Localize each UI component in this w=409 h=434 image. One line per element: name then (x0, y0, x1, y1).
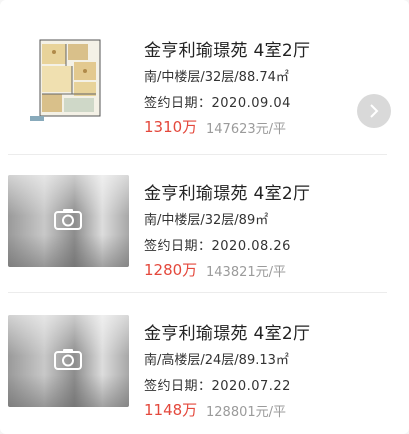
blurred-photo-thumbnail (8, 175, 129, 267)
listing-total-price: 1148万 (144, 401, 198, 419)
listing-unit-price: 128801元/平 (206, 405, 287, 420)
listing-sign-date: 签约日期：2020.09.04 (144, 96, 291, 111)
listing-title: 金亨利瑜璟苑 4室2厅 (144, 184, 311, 204)
listing-meta: 南/中楼层/32层/88.74㎡ (144, 70, 289, 85)
listing-title: 金亨利瑜璟苑 4室2厅 (144, 324, 311, 344)
listing-sign-date: 签约日期：2020.07.22 (144, 379, 291, 394)
floor-plan-image (30, 39, 101, 121)
listing-title: 金亨利瑜璟苑 4室2厅 (144, 41, 311, 61)
list-item[interactable]: 金亨利瑜璟苑 4室2厅 南/中楼层/32层/89㎡ 签约日期：2020.08.2… (0, 143, 409, 281)
list-item[interactable]: 金亨利瑜璟苑 4室2厅 南/中楼层/32层/88.74㎡ 签约日期：2020.0… (0, 0, 409, 138)
listing-total-price: 1310万 (144, 118, 198, 136)
blurred-photo-thumbnail (8, 315, 129, 407)
camera-icon (54, 209, 82, 230)
listing-unit-price: 143821元/平 (206, 265, 287, 280)
next-button[interactable] (357, 94, 391, 128)
deal-list-card: 金亨利瑜璟苑 4室2厅 南/中楼层/32层/88.74㎡ 签约日期：2020.0… (0, 0, 409, 434)
chevron-right-icon (370, 104, 379, 118)
camera-icon (54, 349, 82, 370)
listing-total-price: 1280万 (144, 261, 198, 279)
listing-meta: 南/中楼层/32层/89㎡ (144, 213, 269, 228)
listing-unit-price: 147623元/平 (206, 122, 287, 137)
listing-sign-date: 签约日期：2020.08.26 (144, 239, 291, 254)
listing-meta: 南/高楼层/24层/89.13㎡ (144, 353, 289, 368)
floor-plan-thumbnail (8, 32, 129, 124)
list-item[interactable]: 金亨利瑜璟苑 4室2厅 南/高楼层/24层/89.13㎡ 签约日期：2020.0… (0, 283, 409, 421)
